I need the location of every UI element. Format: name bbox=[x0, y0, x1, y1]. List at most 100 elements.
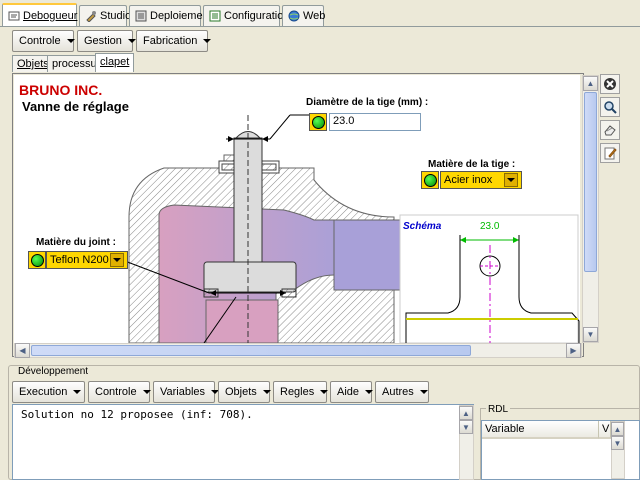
tab-debogueur[interactable]: Debogueur bbox=[2, 3, 77, 27]
scroll-up-icon[interactable]: ▲ bbox=[459, 406, 473, 420]
subtab-clapet[interactable]: clapet bbox=[95, 53, 135, 72]
stem-material-select[interactable]: Acier inox bbox=[440, 171, 522, 189]
scroll-left-icon[interactable]: ◀ bbox=[15, 343, 30, 358]
chevron-down-icon bbox=[203, 39, 212, 43]
rdl-column-value[interactable]: V bbox=[599, 421, 611, 439]
chevron-down-icon bbox=[320, 390, 329, 394]
menu-gestion-label: Gestion bbox=[84, 35, 122, 47]
subtab-objets-label: Objets bbox=[17, 58, 49, 70]
console-line: Solution no 12 proposee (inf: 708). bbox=[21, 408, 253, 421]
scroll-right-icon[interactable]: ▶ bbox=[566, 343, 581, 358]
drawing-horizontal-scrollbar[interactable]: ◀ ▶ bbox=[14, 343, 582, 358]
chevron-down-icon bbox=[504, 173, 518, 187]
menu-fabrication-label: Fabrication bbox=[143, 35, 198, 47]
status-led-icon bbox=[311, 115, 325, 129]
chevron-down-icon bbox=[142, 390, 151, 394]
rdl-vertical-scrollbar[interactable]: ▲ ▼ bbox=[611, 421, 625, 479]
chevron-down-icon bbox=[66, 39, 75, 43]
drawing-title: Vanne de réglage bbox=[22, 99, 129, 114]
magnifier-icon bbox=[604, 101, 617, 114]
tab-web-label: Web bbox=[303, 10, 326, 22]
subtab-clapet-label: clapet bbox=[100, 56, 130, 68]
debugger-icon bbox=[8, 10, 20, 22]
schema-label: Schéma bbox=[403, 221, 442, 232]
dev-menu-objets-button[interactable]: Objets bbox=[218, 381, 271, 403]
dev-menu-aide-label: Aide bbox=[337, 386, 360, 398]
tab-debogueur-label: Debogueur bbox=[23, 10, 78, 22]
dev-menu-execution-label: Execution bbox=[19, 386, 68, 398]
development-label: Développement bbox=[16, 366, 91, 377]
console-vertical-scrollbar[interactable]: ▲ ▼ bbox=[459, 405, 474, 480]
stem-diameter-input[interactable]: 23.0 bbox=[329, 113, 421, 131]
scroll-up-icon[interactable]: ▲ bbox=[583, 76, 598, 91]
close-icon bbox=[604, 78, 616, 90]
tab-configuration[interactable]: Configuration bbox=[203, 5, 289, 26]
joint-material-value: Teflon N200 bbox=[50, 254, 109, 266]
globe-icon bbox=[288, 10, 300, 22]
top-tab-bar: Debogueur Studio Deploiement Configurati… bbox=[0, 0, 640, 27]
valve-drawing-canvas: BRUNO INC. Vanne de réglage Diamètre de … bbox=[14, 75, 580, 343]
zoom-tool-button[interactable] bbox=[600, 97, 620, 117]
status-led-icon bbox=[30, 253, 44, 267]
erase-tool-button[interactable] bbox=[600, 120, 620, 140]
menu-controle-label: Controle bbox=[19, 35, 61, 47]
development-menu-bar: Execution Controle Variables Objets Regl… bbox=[12, 381, 429, 403]
dev-menu-aide-button[interactable]: Aide bbox=[330, 381, 374, 403]
dev-menu-execution-button[interactable]: Execution bbox=[12, 381, 85, 403]
stem-material-label: Matière de la tige : bbox=[428, 159, 516, 170]
dev-menu-controle-label: Controle bbox=[95, 386, 137, 398]
dev-menu-autres-button[interactable]: Autres bbox=[375, 381, 429, 403]
scroll-down-icon[interactable]: ▼ bbox=[459, 420, 473, 434]
console-output[interactable]: Solution no 12 proposee (inf: 708). bbox=[12, 404, 474, 480]
tab-deploiement[interactable]: Deploiement bbox=[129, 5, 212, 26]
scroll-thumb[interactable] bbox=[584, 92, 597, 272]
menu-fabrication-button[interactable]: Fabrication bbox=[136, 30, 212, 52]
tab-web[interactable]: Web bbox=[282, 5, 326, 26]
main-menu-bar: Controle Gestion Fabrication bbox=[12, 30, 212, 52]
chevron-down-icon bbox=[127, 39, 136, 43]
chevron-down-icon bbox=[365, 390, 374, 394]
drawing-vertical-scrollbar[interactable]: ▲ ▼ bbox=[582, 75, 599, 343]
dev-menu-variables-button[interactable]: Variables bbox=[153, 381, 220, 403]
scroll-up-icon[interactable]: ▲ bbox=[611, 422, 624, 436]
chevron-down-icon bbox=[262, 390, 271, 394]
menu-gestion-button[interactable]: Gestion bbox=[77, 30, 136, 52]
dev-menu-variables-label: Variables bbox=[160, 386, 206, 398]
configuration-icon bbox=[209, 10, 221, 22]
stem-diameter-label: Diamètre de la tige (mm) : bbox=[306, 97, 429, 108]
valve-cross-section bbox=[108, 114, 580, 343]
dev-menu-autres-label: Autres bbox=[382, 386, 414, 398]
scroll-down-icon[interactable]: ▼ bbox=[611, 436, 624, 450]
tab-configuration-label: Configuration bbox=[224, 10, 290, 22]
rdl-label: RDL bbox=[486, 404, 511, 415]
stem-material-status-led bbox=[421, 171, 439, 189]
joint-material-status-led bbox=[28, 251, 46, 269]
scroll-thumb[interactable] bbox=[31, 345, 471, 356]
rdl-table[interactable]: Variable V ▲ ▼ bbox=[481, 420, 640, 480]
pencil-icon bbox=[604, 147, 617, 160]
eraser-icon bbox=[604, 125, 616, 136]
joint-material-select[interactable]: Teflon N200 bbox=[46, 251, 128, 269]
stem-material-value: Acier inox bbox=[444, 174, 493, 186]
tab-studio-label: Studio bbox=[100, 10, 132, 22]
scroll-down-icon[interactable]: ▼ bbox=[583, 327, 598, 342]
brand-title: BRUNO INC. bbox=[19, 82, 103, 98]
status-led-icon bbox=[423, 173, 437, 187]
dev-menu-regles-button[interactable]: Regles bbox=[273, 381, 329, 403]
edit-tool-button[interactable] bbox=[600, 143, 620, 163]
dev-menu-controle-button[interactable]: Controle bbox=[88, 381, 151, 403]
schema-dimension-value: 23.0 bbox=[480, 221, 500, 232]
rdl-column-variable[interactable]: Variable bbox=[482, 421, 599, 439]
dev-menu-objets-label: Objets bbox=[225, 386, 257, 398]
tab-studio[interactable]: Studio bbox=[79, 5, 131, 26]
joint-material-label: Matière du joint : bbox=[36, 237, 116, 248]
close-tool-button[interactable] bbox=[600, 74, 620, 94]
chevron-down-icon bbox=[73, 390, 82, 394]
dev-menu-regles-label: Regles bbox=[280, 386, 315, 398]
deployment-icon bbox=[135, 10, 147, 22]
studio-icon bbox=[85, 10, 97, 23]
chevron-down-icon bbox=[419, 390, 428, 394]
chevron-down-icon bbox=[110, 253, 124, 267]
menu-controle-button[interactable]: Controle bbox=[12, 30, 75, 52]
stem-diameter-status-led bbox=[309, 113, 327, 131]
